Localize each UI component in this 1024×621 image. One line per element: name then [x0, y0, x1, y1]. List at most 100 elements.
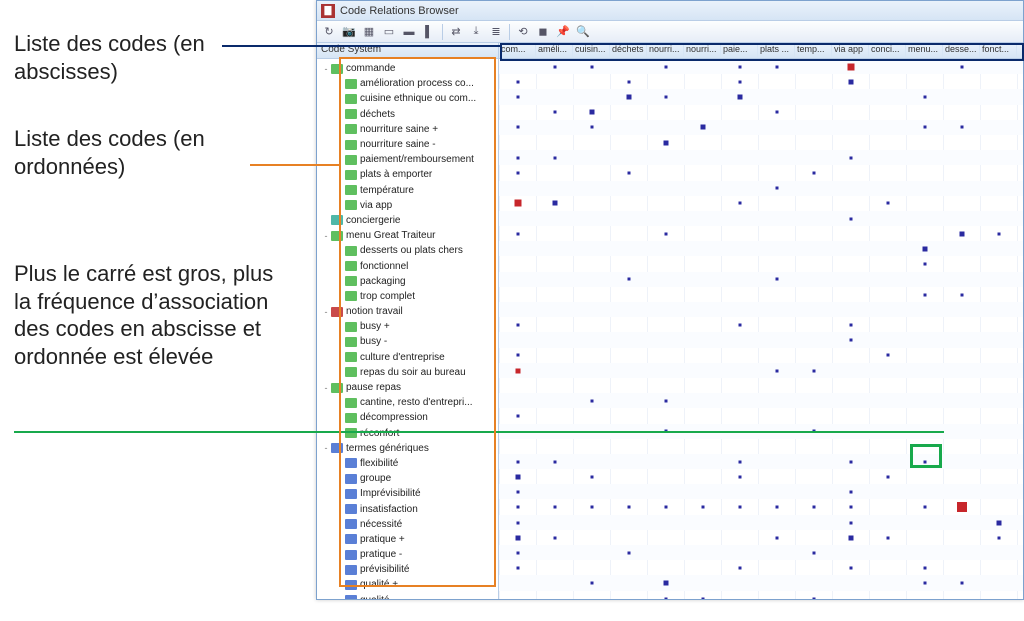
- relation-cell[interactable]: [663, 140, 668, 145]
- tree-row[interactable]: nécessité: [317, 517, 498, 532]
- column-header[interactable]: plats ...: [758, 43, 795, 58]
- relation-cell[interactable]: [997, 536, 1000, 539]
- relation-cell[interactable]: [515, 368, 520, 373]
- relation-cell[interactable]: [886, 476, 889, 479]
- rect-icon[interactable]: ▬: [400, 23, 418, 41]
- tree-row[interactable]: pratique -: [317, 547, 498, 562]
- relation-cell[interactable]: [701, 506, 704, 509]
- tree-row[interactable]: repas du soir au bureau: [317, 365, 498, 380]
- column-header[interactable]: nourri...: [647, 43, 684, 58]
- filter-icon[interactable]: ≣: [487, 23, 505, 41]
- tree-row[interactable]: Imprévisibilité: [317, 486, 498, 501]
- relation-cell[interactable]: [627, 80, 630, 83]
- tree-row[interactable]: via app: [317, 198, 498, 213]
- relation-cell[interactable]: [516, 96, 519, 99]
- relation-cell[interactable]: [775, 111, 778, 114]
- relation-cell[interactable]: [849, 339, 852, 342]
- relation-cell[interactable]: [923, 293, 926, 296]
- relation-cell[interactable]: [515, 535, 520, 540]
- relation-cell[interactable]: [553, 65, 556, 68]
- tree-row[interactable]: -termes génériques: [317, 441, 498, 456]
- tree-row[interactable]: pratique +: [317, 532, 498, 547]
- swap-icon[interactable]: ⇄: [447, 23, 465, 41]
- relation-cell[interactable]: [738, 80, 741, 83]
- relation-cell[interactable]: [590, 126, 593, 129]
- relation-cell[interactable]: [886, 202, 889, 205]
- tree-row[interactable]: paiement/remboursement: [317, 152, 498, 167]
- relation-cell[interactable]: [664, 65, 667, 68]
- relation-cell[interactable]: [738, 324, 741, 327]
- relation-cell[interactable]: [923, 96, 926, 99]
- expand-toggle[interactable]: -: [321, 443, 331, 453]
- relation-cell[interactable]: [664, 597, 667, 599]
- tree-row[interactable]: déchets: [317, 107, 498, 122]
- relation-cell[interactable]: [812, 597, 815, 599]
- column-header[interactable]: nourri...: [684, 43, 721, 58]
- relation-cell[interactable]: [701, 597, 704, 599]
- relation-cell[interactable]: [886, 354, 889, 357]
- column-header[interactable]: améli...: [536, 43, 573, 58]
- relation-cell[interactable]: [849, 324, 852, 327]
- tree-row[interactable]: busy -: [317, 334, 498, 349]
- column-header[interactable]: desse...: [943, 43, 980, 58]
- relation-cell[interactable]: [849, 521, 852, 524]
- relation-cell[interactable]: [848, 79, 853, 84]
- relation-cell[interactable]: [516, 172, 519, 175]
- zoom-icon[interactable]: 🔍: [574, 23, 592, 41]
- relation-cell[interactable]: [886, 536, 889, 539]
- relation-cell[interactable]: [626, 95, 631, 100]
- tree-row[interactable]: -pause repas: [317, 380, 498, 395]
- relation-cell[interactable]: [849, 217, 852, 220]
- bar-icon[interactable]: ▌: [420, 23, 438, 41]
- tree-row[interactable]: cuisine ethnique ou com...: [317, 91, 498, 106]
- column-header[interactable]: cuisin...: [573, 43, 610, 58]
- relation-cell[interactable]: [738, 460, 741, 463]
- relation-cell[interactable]: [923, 126, 926, 129]
- relation-cell[interactable]: [775, 369, 778, 372]
- relation-cell[interactable]: [664, 96, 667, 99]
- expand-toggle[interactable]: -: [321, 383, 331, 393]
- column-header[interactable]: paie...: [721, 43, 758, 58]
- relation-cell[interactable]: [960, 582, 963, 585]
- relation-cell[interactable]: [812, 506, 815, 509]
- tree-row[interactable]: qualité +: [317, 577, 498, 592]
- expand-toggle[interactable]: -: [321, 231, 331, 241]
- tree-row[interactable]: flexibilité: [317, 456, 498, 471]
- relation-cell[interactable]: [516, 415, 519, 418]
- column-header[interactable]: com...: [499, 43, 536, 58]
- relation-cell[interactable]: [812, 552, 815, 555]
- tree-row[interactable]: décompression: [317, 410, 498, 425]
- relation-cell[interactable]: [737, 95, 742, 100]
- relation-cell[interactable]: [516, 491, 519, 494]
- tree-row[interactable]: nourriture saine -: [317, 137, 498, 152]
- relation-cell[interactable]: [627, 552, 630, 555]
- tree-row[interactable]: groupe: [317, 471, 498, 486]
- relation-cell[interactable]: [849, 491, 852, 494]
- relation-cell[interactable]: [590, 582, 593, 585]
- grid-icon[interactable]: ▦: [360, 23, 378, 41]
- relation-cell[interactable]: [516, 354, 519, 357]
- relation-cell[interactable]: [700, 125, 705, 130]
- tree-row[interactable]: qualité -: [317, 593, 498, 599]
- relation-cell[interactable]: [515, 475, 520, 480]
- relation-cell[interactable]: [516, 324, 519, 327]
- column-header[interactable]: déchets: [610, 43, 647, 58]
- tree-row[interactable]: plats à emporter: [317, 167, 498, 182]
- relation-cell[interactable]: [849, 460, 852, 463]
- tree-row[interactable]: -notion travail: [317, 304, 498, 319]
- relation-cell[interactable]: [849, 567, 852, 570]
- relation-cell[interactable]: [516, 156, 519, 159]
- relation-cell[interactable]: [553, 506, 556, 509]
- relation-cell[interactable]: [960, 126, 963, 129]
- relation-cell[interactable]: [996, 520, 1001, 525]
- tree-row[interactable]: température: [317, 183, 498, 198]
- tree-row[interactable]: -commande: [317, 61, 498, 76]
- relation-cell[interactable]: [848, 535, 853, 540]
- tree-row[interactable]: nourriture saine +: [317, 122, 498, 137]
- relation-cell[interactable]: [923, 263, 926, 266]
- tree-body[interactable]: -commandeamélioration process co...cuisi…: [317, 59, 498, 599]
- tree-row[interactable]: réconfort: [317, 426, 498, 441]
- relation-cell[interactable]: [590, 65, 593, 68]
- relation-cell[interactable]: [664, 232, 667, 235]
- relation-cell[interactable]: [553, 460, 556, 463]
